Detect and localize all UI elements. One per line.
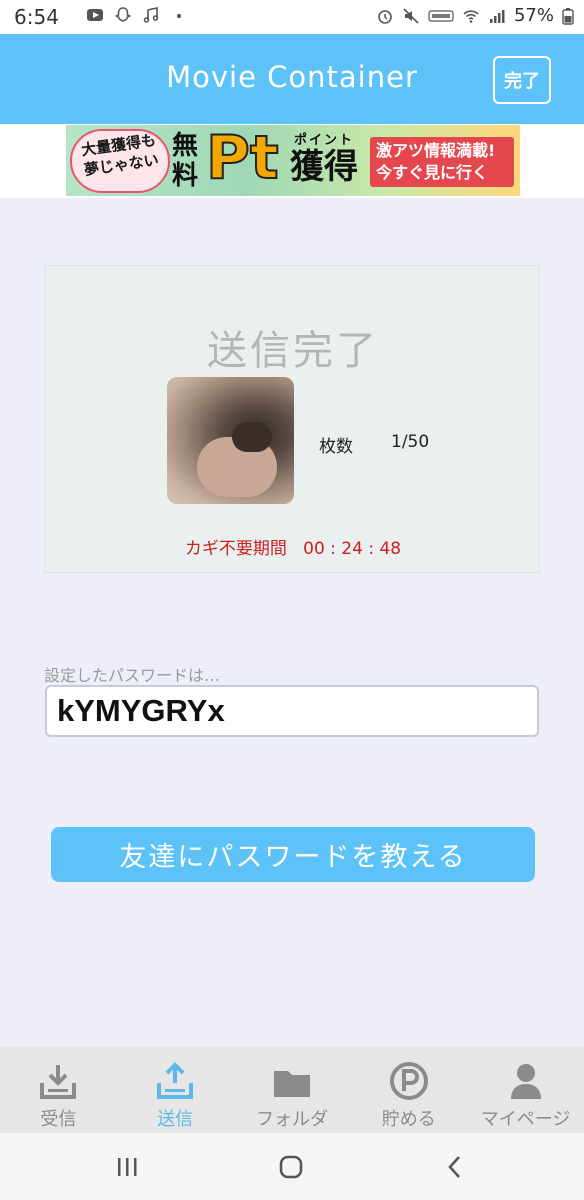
battery-icon — [562, 7, 574, 25]
download-tray-icon — [40, 1065, 77, 1099]
tab-mypage-label: マイページ — [480, 1109, 571, 1130]
app-header: Movie Container 完了 — [0, 34, 584, 124]
back-icon[interactable] — [440, 1153, 470, 1181]
mute-icon — [403, 7, 419, 24]
signal-icon — [489, 9, 505, 23]
sent-card: 送信完了 枚数 1/50 カギ不要期間 00 : 24 : 48 — [44, 265, 540, 573]
count-value: 1/50 — [391, 432, 430, 452]
snapchat-icon — [114, 7, 132, 22]
android-nav-bar — [0, 1133, 584, 1200]
tab-save[interactable]: 貯める — [350, 1047, 467, 1133]
tab-receive-label: 受信 — [40, 1109, 77, 1130]
home-icon[interactable] — [276, 1153, 306, 1181]
key-period-value: 00 : 24 : 48 — [303, 539, 402, 559]
tab-receive[interactable]: 受信 — [0, 1047, 117, 1133]
folder-icon — [273, 1071, 310, 1097]
tab-folder-label: フォルダ — [255, 1109, 328, 1130]
upload-tray-icon — [157, 1062, 194, 1099]
key-period-label: カギ不要期間 — [184, 539, 287, 559]
points-p-icon — [389, 1062, 428, 1100]
tab-send[interactable]: 送信 — [117, 1047, 234, 1133]
video-thumbnail[interactable] — [167, 377, 294, 504]
ad-cta-line2: 今すぐ見に行く — [376, 163, 489, 182]
ad-point-text: ポイント — [294, 133, 355, 148]
status-time: 6:54 — [14, 5, 59, 29]
dot-icon — [177, 14, 181, 18]
key-period: カギ不要期間 00 : 24 : 48 — [45, 534, 541, 559]
password-field[interactable]: kYMYGRYx — [45, 685, 539, 737]
music-icon — [143, 7, 159, 23]
ad-free-text: 無料 — [172, 131, 199, 191]
ad-gain-text: 獲得 — [290, 147, 358, 187]
status-bar: 6:54 57% — [0, 0, 584, 34]
tab-folder[interactable]: フォルダ — [234, 1047, 351, 1133]
tab-send-label: 送信 — [157, 1109, 194, 1130]
ad-strip: 大量獲得も夢じゃない 無料 Pt ポイント 獲得 激アツ情報満載! 今すぐ見に行… — [0, 124, 584, 198]
ad-pt-text: Pt — [205, 125, 280, 194]
count-label: 枚数 — [319, 437, 353, 457]
wifi-icon — [463, 9, 479, 23]
ad-cta[interactable]: 激アツ情報満載! 今すぐ見に行く — [370, 137, 514, 187]
sent-title: 送信完了 — [207, 328, 379, 374]
password-caption: 設定したパスワードは… — [44, 666, 221, 685]
recents-icon[interactable] — [112, 1153, 142, 1181]
user-icon — [510, 1064, 541, 1099]
volte-icon — [428, 9, 454, 22]
tab-save-label: 貯める — [381, 1109, 436, 1130]
ad-cta-line1: 激アツ情報満載! — [376, 141, 496, 160]
done-button[interactable]: 完了 — [493, 56, 551, 104]
battery-percent: 57% — [513, 5, 554, 26]
ad-banner[interactable]: 大量獲得も夢じゃない 無料 Pt ポイント 獲得 激アツ情報満載! 今すぐ見に行… — [66, 125, 520, 196]
tab-bar: 受信 送信 フォルダ 貯める マイページ — [0, 1047, 584, 1133]
alarm-icon — [378, 9, 392, 24]
share-password-button[interactable]: 友達にパスワードを教える — [51, 827, 535, 882]
youtube-icon — [87, 9, 103, 21]
tab-mypage[interactable]: マイページ — [467, 1047, 584, 1133]
